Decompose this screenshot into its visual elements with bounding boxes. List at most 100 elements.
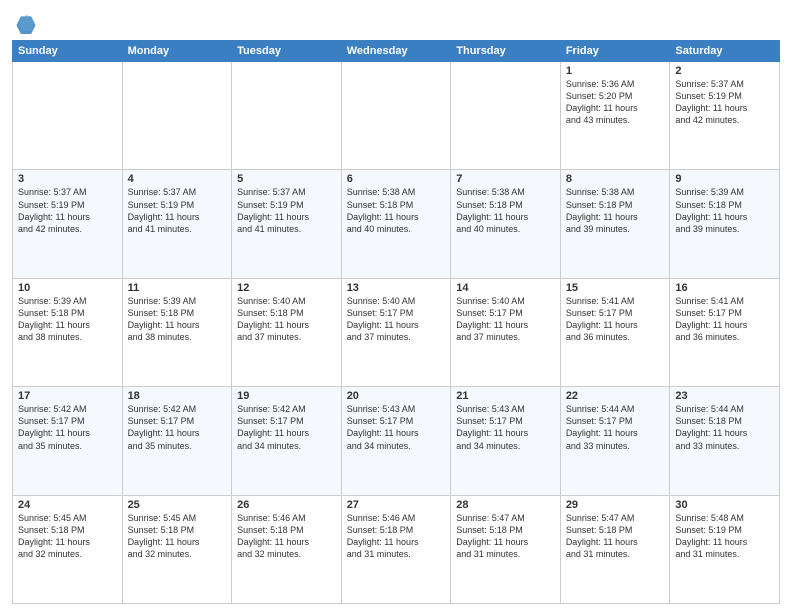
day-info: Sunrise: 5:43 AMSunset: 5:17 PMDaylight:…	[347, 403, 446, 452]
calendar-cell	[341, 62, 451, 170]
calendar-cell	[122, 62, 232, 170]
day-info: Sunrise: 5:44 AMSunset: 5:18 PMDaylight:…	[675, 403, 774, 452]
day-info: Sunrise: 5:47 AMSunset: 5:18 PMDaylight:…	[566, 512, 665, 561]
day-info: Sunrise: 5:42 AMSunset: 5:17 PMDaylight:…	[237, 403, 336, 452]
calendar-cell: 16Sunrise: 5:41 AMSunset: 5:17 PMDayligh…	[670, 278, 780, 386]
calendar-cell: 10Sunrise: 5:39 AMSunset: 5:18 PMDayligh…	[13, 278, 123, 386]
day-info: Sunrise: 5:41 AMSunset: 5:17 PMDaylight:…	[675, 295, 774, 344]
day-number: 29	[566, 499, 665, 511]
day-number: 28	[456, 499, 555, 511]
day-number: 20	[347, 390, 446, 402]
day-number: 11	[128, 282, 227, 294]
calendar-cell: 22Sunrise: 5:44 AMSunset: 5:17 PMDayligh…	[560, 387, 670, 495]
day-info: Sunrise: 5:45 AMSunset: 5:18 PMDaylight:…	[18, 512, 117, 561]
day-info: Sunrise: 5:39 AMSunset: 5:18 PMDaylight:…	[18, 295, 117, 344]
day-info: Sunrise: 5:40 AMSunset: 5:18 PMDaylight:…	[237, 295, 336, 344]
calendar-week-row: 3Sunrise: 5:37 AMSunset: 5:19 PMDaylight…	[13, 170, 780, 278]
weekday-header-cell: Thursday	[451, 41, 561, 62]
header	[12, 10, 780, 34]
day-number: 7	[456, 173, 555, 185]
day-number: 26	[237, 499, 336, 511]
day-info: Sunrise: 5:39 AMSunset: 5:18 PMDaylight:…	[675, 186, 774, 235]
calendar-cell: 23Sunrise: 5:44 AMSunset: 5:18 PMDayligh…	[670, 387, 780, 495]
day-info: Sunrise: 5:44 AMSunset: 5:17 PMDaylight:…	[566, 403, 665, 452]
day-number: 2	[675, 65, 774, 77]
calendar-cell: 8Sunrise: 5:38 AMSunset: 5:18 PMDaylight…	[560, 170, 670, 278]
day-info: Sunrise: 5:48 AMSunset: 5:19 PMDaylight:…	[675, 512, 774, 561]
day-number: 12	[237, 282, 336, 294]
day-info: Sunrise: 5:41 AMSunset: 5:17 PMDaylight:…	[566, 295, 665, 344]
weekday-header-row: SundayMondayTuesdayWednesdayThursdayFrid…	[13, 41, 780, 62]
calendar-cell: 14Sunrise: 5:40 AMSunset: 5:17 PMDayligh…	[451, 278, 561, 386]
day-number: 9	[675, 173, 774, 185]
calendar-cell: 11Sunrise: 5:39 AMSunset: 5:18 PMDayligh…	[122, 278, 232, 386]
day-number: 15	[566, 282, 665, 294]
weekday-header-cell: Tuesday	[232, 41, 342, 62]
day-info: Sunrise: 5:38 AMSunset: 5:18 PMDaylight:…	[456, 186, 555, 235]
calendar-cell: 17Sunrise: 5:42 AMSunset: 5:17 PMDayligh…	[13, 387, 123, 495]
day-info: Sunrise: 5:47 AMSunset: 5:18 PMDaylight:…	[456, 512, 555, 561]
day-info: Sunrise: 5:42 AMSunset: 5:17 PMDaylight:…	[128, 403, 227, 452]
calendar-table: SundayMondayTuesdayWednesdayThursdayFrid…	[12, 40, 780, 604]
day-number: 1	[566, 65, 665, 77]
calendar-cell: 9Sunrise: 5:39 AMSunset: 5:18 PMDaylight…	[670, 170, 780, 278]
day-info: Sunrise: 5:36 AMSunset: 5:20 PMDaylight:…	[566, 78, 665, 127]
calendar-cell: 6Sunrise: 5:38 AMSunset: 5:18 PMDaylight…	[341, 170, 451, 278]
weekday-header-cell: Monday	[122, 41, 232, 62]
calendar-cell: 26Sunrise: 5:46 AMSunset: 5:18 PMDayligh…	[232, 495, 342, 603]
day-info: Sunrise: 5:46 AMSunset: 5:18 PMDaylight:…	[237, 512, 336, 561]
calendar-cell: 1Sunrise: 5:36 AMSunset: 5:20 PMDaylight…	[560, 62, 670, 170]
calendar-cell: 28Sunrise: 5:47 AMSunset: 5:18 PMDayligh…	[451, 495, 561, 603]
day-info: Sunrise: 5:38 AMSunset: 5:18 PMDaylight:…	[566, 186, 665, 235]
day-info: Sunrise: 5:46 AMSunset: 5:18 PMDaylight:…	[347, 512, 446, 561]
day-info: Sunrise: 5:37 AMSunset: 5:19 PMDaylight:…	[128, 186, 227, 235]
day-number: 10	[18, 282, 117, 294]
day-number: 23	[675, 390, 774, 402]
weekday-header-cell: Sunday	[13, 41, 123, 62]
day-number: 22	[566, 390, 665, 402]
day-number: 17	[18, 390, 117, 402]
calendar-cell: 21Sunrise: 5:43 AMSunset: 5:17 PMDayligh…	[451, 387, 561, 495]
calendar-cell: 24Sunrise: 5:45 AMSunset: 5:18 PMDayligh…	[13, 495, 123, 603]
day-number: 25	[128, 499, 227, 511]
day-info: Sunrise: 5:38 AMSunset: 5:18 PMDaylight:…	[347, 186, 446, 235]
calendar-cell: 12Sunrise: 5:40 AMSunset: 5:18 PMDayligh…	[232, 278, 342, 386]
calendar-cell: 5Sunrise: 5:37 AMSunset: 5:19 PMDaylight…	[232, 170, 342, 278]
day-number: 21	[456, 390, 555, 402]
calendar-week-row: 1Sunrise: 5:36 AMSunset: 5:20 PMDaylight…	[13, 62, 780, 170]
day-info: Sunrise: 5:42 AMSunset: 5:17 PMDaylight:…	[18, 403, 117, 452]
day-info: Sunrise: 5:45 AMSunset: 5:18 PMDaylight:…	[128, 512, 227, 561]
day-info: Sunrise: 5:37 AMSunset: 5:19 PMDaylight:…	[237, 186, 336, 235]
calendar-cell: 18Sunrise: 5:42 AMSunset: 5:17 PMDayligh…	[122, 387, 232, 495]
day-number: 4	[128, 173, 227, 185]
day-number: 27	[347, 499, 446, 511]
calendar-cell: 30Sunrise: 5:48 AMSunset: 5:19 PMDayligh…	[670, 495, 780, 603]
day-number: 18	[128, 390, 227, 402]
day-info: Sunrise: 5:43 AMSunset: 5:17 PMDaylight:…	[456, 403, 555, 452]
day-number: 19	[237, 390, 336, 402]
day-info: Sunrise: 5:40 AMSunset: 5:17 PMDaylight:…	[347, 295, 446, 344]
calendar-week-row: 24Sunrise: 5:45 AMSunset: 5:18 PMDayligh…	[13, 495, 780, 603]
day-number: 16	[675, 282, 774, 294]
weekday-header-cell: Saturday	[670, 41, 780, 62]
calendar-cell	[13, 62, 123, 170]
day-info: Sunrise: 5:37 AMSunset: 5:19 PMDaylight:…	[18, 186, 117, 235]
day-number: 3	[18, 173, 117, 185]
calendar-cell	[232, 62, 342, 170]
day-info: Sunrise: 5:37 AMSunset: 5:19 PMDaylight:…	[675, 78, 774, 127]
calendar-cell: 15Sunrise: 5:41 AMSunset: 5:17 PMDayligh…	[560, 278, 670, 386]
calendar-cell: 19Sunrise: 5:42 AMSunset: 5:17 PMDayligh…	[232, 387, 342, 495]
day-number: 14	[456, 282, 555, 294]
logo-area	[12, 10, 37, 34]
day-number: 30	[675, 499, 774, 511]
day-info: Sunrise: 5:40 AMSunset: 5:17 PMDaylight:…	[456, 295, 555, 344]
day-number: 5	[237, 173, 336, 185]
calendar-cell	[451, 62, 561, 170]
calendar-cell: 3Sunrise: 5:37 AMSunset: 5:19 PMDaylight…	[13, 170, 123, 278]
logo-icon	[15, 12, 37, 34]
day-number: 8	[566, 173, 665, 185]
calendar-body: 1Sunrise: 5:36 AMSunset: 5:20 PMDaylight…	[13, 62, 780, 604]
calendar-cell: 20Sunrise: 5:43 AMSunset: 5:17 PMDayligh…	[341, 387, 451, 495]
calendar-cell: 25Sunrise: 5:45 AMSunset: 5:18 PMDayligh…	[122, 495, 232, 603]
calendar-cell: 4Sunrise: 5:37 AMSunset: 5:19 PMDaylight…	[122, 170, 232, 278]
